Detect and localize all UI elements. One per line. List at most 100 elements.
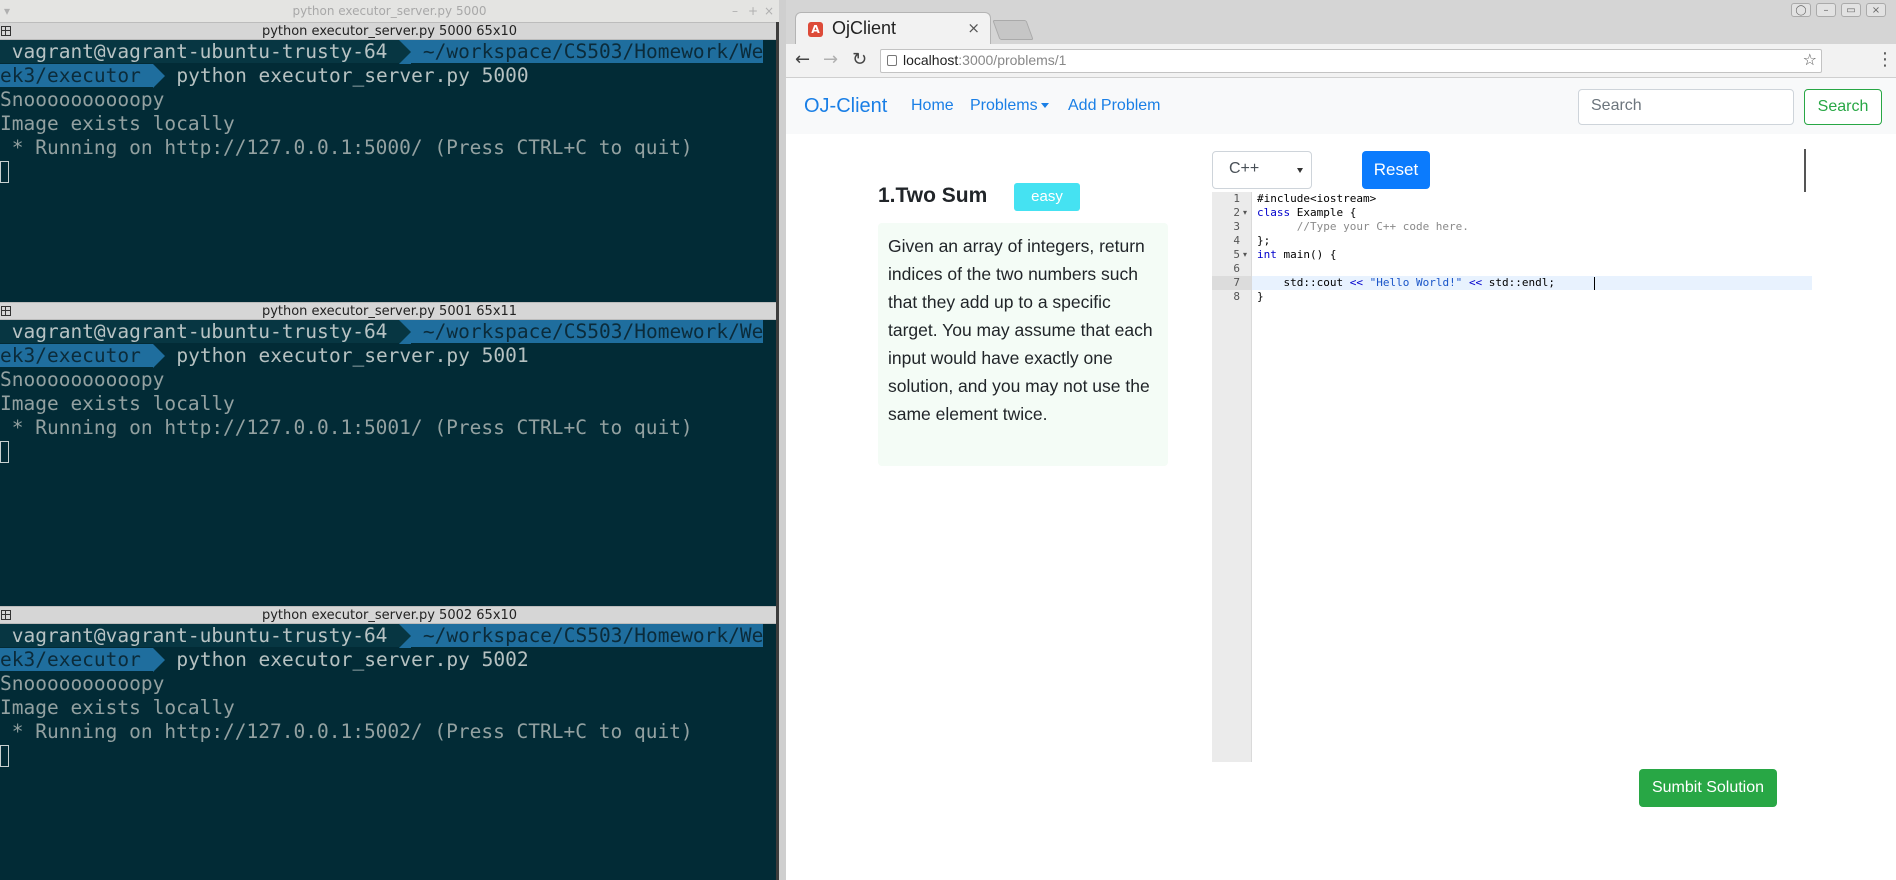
code-line: #include<iostream> xyxy=(1257,192,1377,205)
terminal-pane-3[interactable]: python executor_server.py 5002 65x10 vag… xyxy=(0,606,779,880)
pane-header-text: python executor_server.py 5002 65x10 xyxy=(261,608,518,623)
line-number: 4 xyxy=(1233,234,1240,247)
difficulty-badge: easy xyxy=(1014,183,1080,211)
forward-icon[interactable]: → xyxy=(823,49,838,70)
tab-close-icon[interactable]: × xyxy=(967,19,980,37)
line-number: 6 xyxy=(1233,262,1240,275)
command-text: python executor_server.py 5002 xyxy=(164,648,529,671)
terminal-pane-1[interactable]: python executor_server.py 5000 65x10 vag… xyxy=(0,22,779,302)
line-number: 3 xyxy=(1233,220,1240,233)
language-selected: C++ xyxy=(1229,160,1260,177)
close-icon[interactable]: × xyxy=(1866,3,1886,17)
code-line: std::cout << "Hello World!" << std::endl… xyxy=(1257,276,1562,289)
browser-menu-icon[interactable]: ⋮ xyxy=(1876,49,1894,70)
reset-button[interactable]: Reset xyxy=(1362,151,1430,189)
pane-header-text: python executor_server.py 5000 65x10 xyxy=(261,24,518,39)
page-content: OJ-Client Home Problems Add Problem Sear… xyxy=(786,78,1896,880)
prompt-separator xyxy=(152,64,165,88)
code-editor[interactable]: 1 2 3 4 5 6 7 8 ▾ ▾ #include<iostream> c… xyxy=(1212,192,1812,762)
fold-toggle-icon[interactable]: ▾ xyxy=(1243,206,1247,220)
submit-solution-button[interactable]: Sumbit Solution xyxy=(1639,769,1777,807)
code-line: }; xyxy=(1257,234,1271,247)
address-bar[interactable]: localhost:3000/problems/1 ☆ xyxy=(880,49,1822,73)
tab-title: OjClient xyxy=(832,18,897,38)
fold-toggle-icon[interactable]: ▾ xyxy=(1243,248,1247,262)
problem-description: Given an array of integers, return indic… xyxy=(878,223,1168,466)
language-select[interactable]: C++ xyxy=(1212,151,1312,189)
command-line: ek3/executor python executor_server.py 5… xyxy=(0,64,779,88)
command-line: ek3/executor python executor_server.py 5… xyxy=(0,648,779,672)
line-number: 1 xyxy=(1233,192,1240,205)
terminal-cursor xyxy=(0,745,9,767)
code-line: class Example { xyxy=(1257,206,1357,219)
terminal-titlebar: python executor_server.py 5000 ▾ – + × xyxy=(0,0,779,22)
output-line: * Running on http://127.0.0.1:5002/ (Pre… xyxy=(0,720,693,743)
prompt-line: vagrant@vagrant-ubuntu-trusty-64 ~/works… xyxy=(0,624,779,648)
pane-icon xyxy=(1,26,11,36)
profile-icon[interactable]: ◯ xyxy=(1791,3,1811,17)
prompt-path-cont: ek3/executor xyxy=(0,344,153,367)
pane-header: python executor_server.py 5000 65x10 xyxy=(0,22,779,40)
minimize-icon[interactable]: – xyxy=(1816,3,1836,17)
back-icon[interactable]: ← xyxy=(795,49,810,70)
minimize-icon[interactable]: – xyxy=(732,0,738,22)
prompt-path-cont: ek3/executor xyxy=(0,648,153,671)
line-number: 7 xyxy=(1233,276,1240,289)
url-text: localhost:3000/problems/1 xyxy=(903,52,1066,68)
nav-add-problem[interactable]: Add Problem xyxy=(1068,97,1161,115)
window-menu-icon[interactable]: ▾ xyxy=(4,0,10,22)
prompt-user: vagrant@vagrant-ubuntu-trusty-64 xyxy=(0,624,400,647)
prompt-separator xyxy=(152,344,165,368)
prompt-line: vagrant@vagrant-ubuntu-trusty-64 ~/works… xyxy=(0,320,779,344)
chevron-down-icon xyxy=(1297,168,1303,173)
prompt-separator xyxy=(399,40,412,64)
page-info-icon[interactable] xyxy=(887,55,897,66)
command-text: python executor_server.py 5000 xyxy=(164,64,529,87)
search-input[interactable]: Search xyxy=(1578,89,1794,125)
maximize-icon[interactable]: + xyxy=(748,0,758,22)
terminal-pane-2[interactable]: python executor_server.py 5001 65x11 vag… xyxy=(0,302,779,604)
text-cursor xyxy=(1594,277,1595,290)
line-number: 5 xyxy=(1233,248,1240,261)
terminal-window[interactable]: python executor_server.py 5000 ▾ – + × p… xyxy=(0,0,779,880)
browser-toolbar: ← → ↻ localhost:3000/problems/1 ☆ xyxy=(786,44,1896,78)
new-tab-button[interactable] xyxy=(992,20,1034,40)
output-line: * Running on http://127.0.0.1:5001/ (Pre… xyxy=(0,416,693,439)
command-line: ek3/executor python executor_server.py 5… xyxy=(0,344,779,368)
search-button[interactable]: Search xyxy=(1804,89,1882,125)
output-line: Snoooooooooopy xyxy=(0,88,165,111)
code-line: int main() { xyxy=(1257,248,1337,261)
app-navbar: OJ-Client Home Problems Add Problem Sear… xyxy=(786,78,1896,134)
code-line: } xyxy=(1257,290,1264,303)
prompt-path-cont: ek3/executor xyxy=(0,64,153,87)
problem-title: 1.Two Sum xyxy=(878,184,988,207)
pane-header: python executor_server.py 5002 65x10 xyxy=(0,606,779,624)
reload-icon[interactable]: ↻ xyxy=(852,49,867,70)
pane-icon xyxy=(1,306,11,316)
command-text: python executor_server.py 5001 xyxy=(164,344,529,367)
pane-header-text: python executor_server.py 5001 65x11 xyxy=(261,304,518,319)
prompt-separator xyxy=(399,320,412,344)
tab-ojclient[interactable]: A OjClient × xyxy=(795,12,991,44)
chevron-down-icon xyxy=(1040,103,1049,109)
output-line: Image exists locally xyxy=(0,392,235,415)
brand-link[interactable]: OJ-Client xyxy=(804,95,887,118)
browser-window[interactable]: A OjClient × ◯ – ▭ × ← → ↻ localhost:300… xyxy=(786,0,1896,880)
nav-home[interactable]: Home xyxy=(911,97,954,115)
output-line: Image exists locally xyxy=(0,696,235,719)
nav-problems-dropdown[interactable]: Problems xyxy=(970,97,1049,115)
pane-header: python executor_server.py 5001 65x11 xyxy=(0,302,779,320)
output-line: Snoooooooooopy xyxy=(0,672,165,695)
window-divider xyxy=(779,0,786,880)
bookmark-star-icon[interactable]: ☆ xyxy=(1803,50,1817,69)
maximize-icon[interactable]: ▭ xyxy=(1841,3,1861,17)
output-line: * Running on http://127.0.0.1:5000/ (Pre… xyxy=(0,136,693,159)
close-icon[interactable]: × xyxy=(764,0,774,22)
tab-strip: A OjClient × ◯ – ▭ × xyxy=(786,0,1896,44)
output-line: Snoooooooooopy xyxy=(0,368,165,391)
url-host: localhost xyxy=(903,52,959,68)
nav-problems-label: Problems xyxy=(970,97,1038,114)
prompt-path: ~/workspace/CS503/Homework/We xyxy=(411,320,764,343)
code-line: //Type your C++ code here. xyxy=(1257,220,1469,233)
line-number: 2 xyxy=(1233,206,1240,219)
